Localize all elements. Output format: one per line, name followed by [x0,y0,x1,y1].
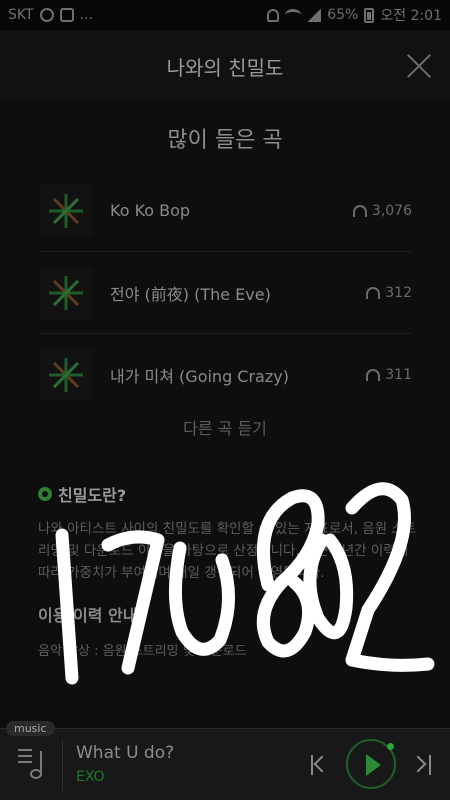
status-bar-left: SKT ... [8,7,93,23]
song-row[interactable]: 전야 (前夜) (The Eve) 312 [40,252,412,334]
top-songs-list: Ko Ko Bop 3,076 전야 (前夜) (The Eve) 312 내가… [40,170,412,415]
info-heading-text: 친밀도란? [58,486,127,505]
battery-percent: 65% [327,7,359,23]
play-count-value: 311 [385,366,412,383]
headphone-icon [366,368,381,381]
music-badge: music [6,721,55,736]
status-bar-right: 65% 오전 2:01 [267,5,442,25]
album-cover [40,184,92,237]
leaf-icon [38,487,52,501]
play-count-value: 312 [385,284,412,301]
active-indicator [387,743,394,750]
mini-player[interactable]: music What U do? EXO [0,721,450,800]
headphone-icon [366,286,381,299]
mute-icon [267,8,280,22]
previous-icon[interactable] [310,755,330,775]
play-count: 312 [366,285,412,301]
next-icon[interactable] [412,755,432,775]
divider [62,739,63,791]
sim-icon [59,8,74,22]
intimacy-info: 친밀도란? 나와 아티스트 사이의 친밀도를 확인할 수 있는 지표로서, 음원… [38,482,418,659]
play-count: 311 [366,367,412,383]
song-title: 내가 미쳐 (Going Crazy) [110,366,289,386]
top-songs-title: 많이 들은 곡 [167,128,283,153]
song-row[interactable]: Ko Ko Bop 3,076 [40,170,412,252]
page-title: 나와의 친밀도 [166,56,284,80]
now-playing-title[interactable]: What U do? [76,743,174,763]
info-heading: 친밀도란? [38,482,418,506]
status-bar: SKT ... 65% 오전 2:01 [0,0,450,30]
info-body: 나와 아티스트 사이의 친밀도를 확인할 수 있는 지표로서, 음원 스트리밍 … [38,521,417,581]
song-row[interactable]: 내가 미쳐 (Going Crazy) 311 [40,334,412,415]
play-count-value: 3,076 [371,202,412,219]
song-title: Ko Ko Bop [110,201,191,220]
album-cover [40,266,92,319]
album-cover [40,348,92,401]
header: 나와의 친밀도 [0,30,450,102]
battery-icon [364,7,375,23]
chat-icon [39,8,54,22]
headphone-icon [352,204,367,217]
song-title: 전야 (前夜) (The Eve) [110,284,271,304]
play-count: 3,076 [352,202,412,219]
carrier-label: SKT [8,7,34,23]
play-button[interactable] [346,739,396,789]
usage-heading: 이용 이력 안내 [38,606,138,625]
clock: 오전 2:01 [380,8,442,24]
wifi-icon [285,9,302,21]
signal-icon [307,8,322,22]
more-notifications: ... [79,7,93,23]
music-note-icon[interactable] [18,747,48,781]
intimacy-screen: 나와의 친밀도 많이 들은 곡 Ko Ko Bop 3,076 전야 (前夜) … [0,30,450,728]
close-icon[interactable] [406,52,432,78]
now-playing-artist: EXO [76,769,105,785]
more-songs-link[interactable]: 다른 곡 듣기 [0,415,450,439]
usage-line: 음악 감상 : 음원 스트리밍 및 다운로드 [38,644,247,659]
